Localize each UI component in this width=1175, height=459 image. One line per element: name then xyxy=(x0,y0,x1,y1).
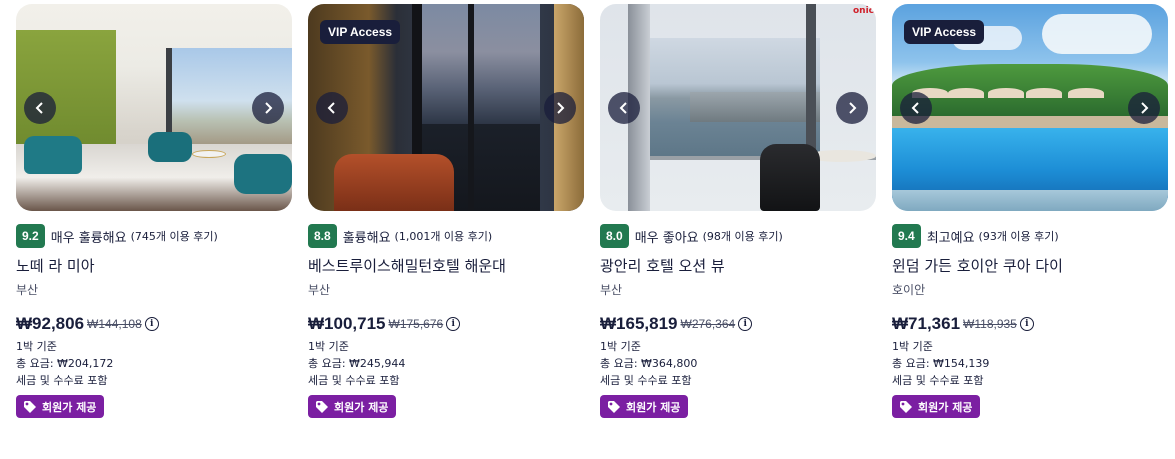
per-night-label: 1박 기준 xyxy=(308,340,349,353)
total-price: 총 요금: ₩245,944 xyxy=(308,357,406,370)
rating-score-badge: 9.4 xyxy=(892,224,921,248)
hotel-image: onic xyxy=(600,4,876,211)
tax-note: 세금 및 수수료 포함 xyxy=(600,374,692,387)
chevron-right-icon xyxy=(557,102,565,114)
price-row: ₩92,806 ₩144,108 i xyxy=(16,314,159,334)
original-price: ₩118,935 xyxy=(963,317,1017,331)
member-price-badge: 회원가 제공 xyxy=(16,395,105,418)
hotel-location: 부산 xyxy=(16,283,39,297)
next-photo-button[interactable] xyxy=(1128,92,1160,124)
next-photo-button[interactable] xyxy=(252,92,284,124)
hotel-name[interactable]: 광안리 호텔 오션 뷰 xyxy=(600,255,725,276)
current-price: ₩92,806 xyxy=(16,314,85,333)
prev-photo-button[interactable] xyxy=(900,92,932,124)
review-count: (1,001개 이용 후기) xyxy=(394,230,493,243)
price-row: ₩71,361 ₩118,935 i xyxy=(892,314,1034,334)
prev-photo-button[interactable] xyxy=(608,92,640,124)
member-price-label: 회원가 제공 xyxy=(626,400,681,414)
chevron-left-icon xyxy=(911,102,919,114)
prev-photo-button[interactable] xyxy=(24,92,56,124)
info-icon[interactable]: i xyxy=(144,317,159,331)
info-icon[interactable]: i xyxy=(738,317,753,331)
member-price-badge: 회원가 제공 xyxy=(600,395,689,418)
member-price-badge: 회원가 제공 xyxy=(308,395,397,418)
photo-watermark: onic xyxy=(852,6,874,16)
hotel-name[interactable]: 윈덤 가든 호이안 쿠아 다이 xyxy=(892,255,1063,276)
member-price-label: 회원가 제공 xyxy=(918,400,973,414)
next-photo-button[interactable] xyxy=(836,92,868,124)
original-price: ₩175,676 xyxy=(388,317,444,331)
chevron-left-icon xyxy=(619,102,627,114)
review-count: (93개 이용 후기) xyxy=(978,230,1059,243)
review-count: (98개 이용 후기) xyxy=(702,230,783,243)
hotel-photo[interactable] xyxy=(16,4,292,211)
per-night-label: 1박 기준 xyxy=(16,340,57,353)
tax-note: 세금 및 수수료 포함 xyxy=(308,374,400,387)
rating-row: 8.0 매우 좋아요 (98개 이용 후기) xyxy=(600,224,783,248)
tag-icon xyxy=(900,400,912,413)
current-price: ₩100,715 xyxy=(308,314,386,333)
tax-note: 세금 및 수수료 포함 xyxy=(16,374,108,387)
hotel-photo[interactable]: onic xyxy=(600,4,876,211)
chevron-left-icon xyxy=(327,102,335,114)
vip-access-badge: VIP Access xyxy=(904,20,985,44)
rating-label: 매우 좋아요 xyxy=(634,230,699,246)
hotel-name[interactable]: 베스트루이스해밀턴호텔 해운대 xyxy=(308,255,506,276)
rating-label: 매우 훌륭해요 xyxy=(50,230,127,246)
current-price: ₩165,819 xyxy=(600,314,678,333)
chevron-right-icon xyxy=(1141,102,1149,114)
hotel-location: 부산 xyxy=(308,283,331,297)
total-price: 총 요금: ₩364,800 xyxy=(600,357,698,370)
hotel-card[interactable]: 9.2 매우 훌륭해요 (745개 이용 후기) 노떼 라 미아 부산 ₩92,… xyxy=(16,4,292,418)
price-row: ₩165,819 ₩276,364 i xyxy=(600,314,753,334)
review-count: (745개 이용 후기) xyxy=(130,230,218,243)
info-icon[interactable]: i xyxy=(1019,317,1034,331)
member-price-label: 회원가 제공 xyxy=(334,400,389,414)
rating-score-badge: 9.2 xyxy=(16,224,45,248)
rating-label: 훌륭해요 xyxy=(342,230,391,246)
tag-icon xyxy=(24,400,36,413)
rating-row: 9.4 최고예요 (93개 이용 후기) xyxy=(892,224,1059,248)
info-icon[interactable]: i xyxy=(446,317,461,331)
next-photo-button[interactable] xyxy=(544,92,576,124)
original-price: ₩144,108 xyxy=(87,317,142,331)
total-price: 총 요금: ₩204,172 xyxy=(16,357,114,370)
hotel-photo[interactable]: VIP Access xyxy=(892,4,1168,211)
hotel-image xyxy=(16,4,292,211)
rating-row: 8.8 훌륭해요 (1,001개 이용 후기) xyxy=(308,224,492,248)
per-night-label: 1박 기준 xyxy=(600,340,641,353)
member-price-label: 회원가 제공 xyxy=(42,400,97,414)
member-price-badge: 회원가 제공 xyxy=(892,395,981,418)
original-price: ₩276,364 xyxy=(680,317,736,331)
hotel-card[interactable]: VIP Access 9.4 최고예요 (93개 이용 후기) 윈덤 가든 호이… xyxy=(892,4,1168,418)
rating-label: 최고예요 xyxy=(926,230,975,246)
current-price: ₩71,361 xyxy=(892,314,961,333)
chevron-right-icon xyxy=(265,102,273,114)
hotel-card[interactable]: onic 8.0 매우 좋아요 (98개 이용 후기) 광안리 호텔 오션 뷰 … xyxy=(600,4,876,418)
rating-score-badge: 8.8 xyxy=(308,224,337,248)
price-row: ₩100,715 ₩175,676 i xyxy=(308,314,461,334)
rating-row: 9.2 매우 훌륭해요 (745개 이용 후기) xyxy=(16,224,218,248)
rating-score-badge: 8.0 xyxy=(600,224,629,248)
tax-note: 세금 및 수수료 포함 xyxy=(892,374,984,387)
hotel-card[interactable]: VIP Access 8.8 훌륭해요 (1,001개 이용 후기) 베스트루이… xyxy=(308,4,584,418)
hotel-photo[interactable]: VIP Access xyxy=(308,4,584,211)
per-night-label: 1박 기준 xyxy=(892,340,933,353)
tag-icon xyxy=(316,400,328,413)
tag-icon xyxy=(608,400,620,413)
chevron-right-icon xyxy=(849,102,857,114)
vip-access-badge: VIP Access xyxy=(320,20,401,44)
total-price: 총 요금: ₩154,139 xyxy=(892,357,990,370)
hotel-name[interactable]: 노떼 라 미아 xyxy=(16,255,95,276)
hotel-location: 호이안 xyxy=(892,283,926,297)
hotel-location: 부산 xyxy=(600,283,623,297)
prev-photo-button[interactable] xyxy=(316,92,348,124)
chevron-left-icon xyxy=(35,102,43,114)
